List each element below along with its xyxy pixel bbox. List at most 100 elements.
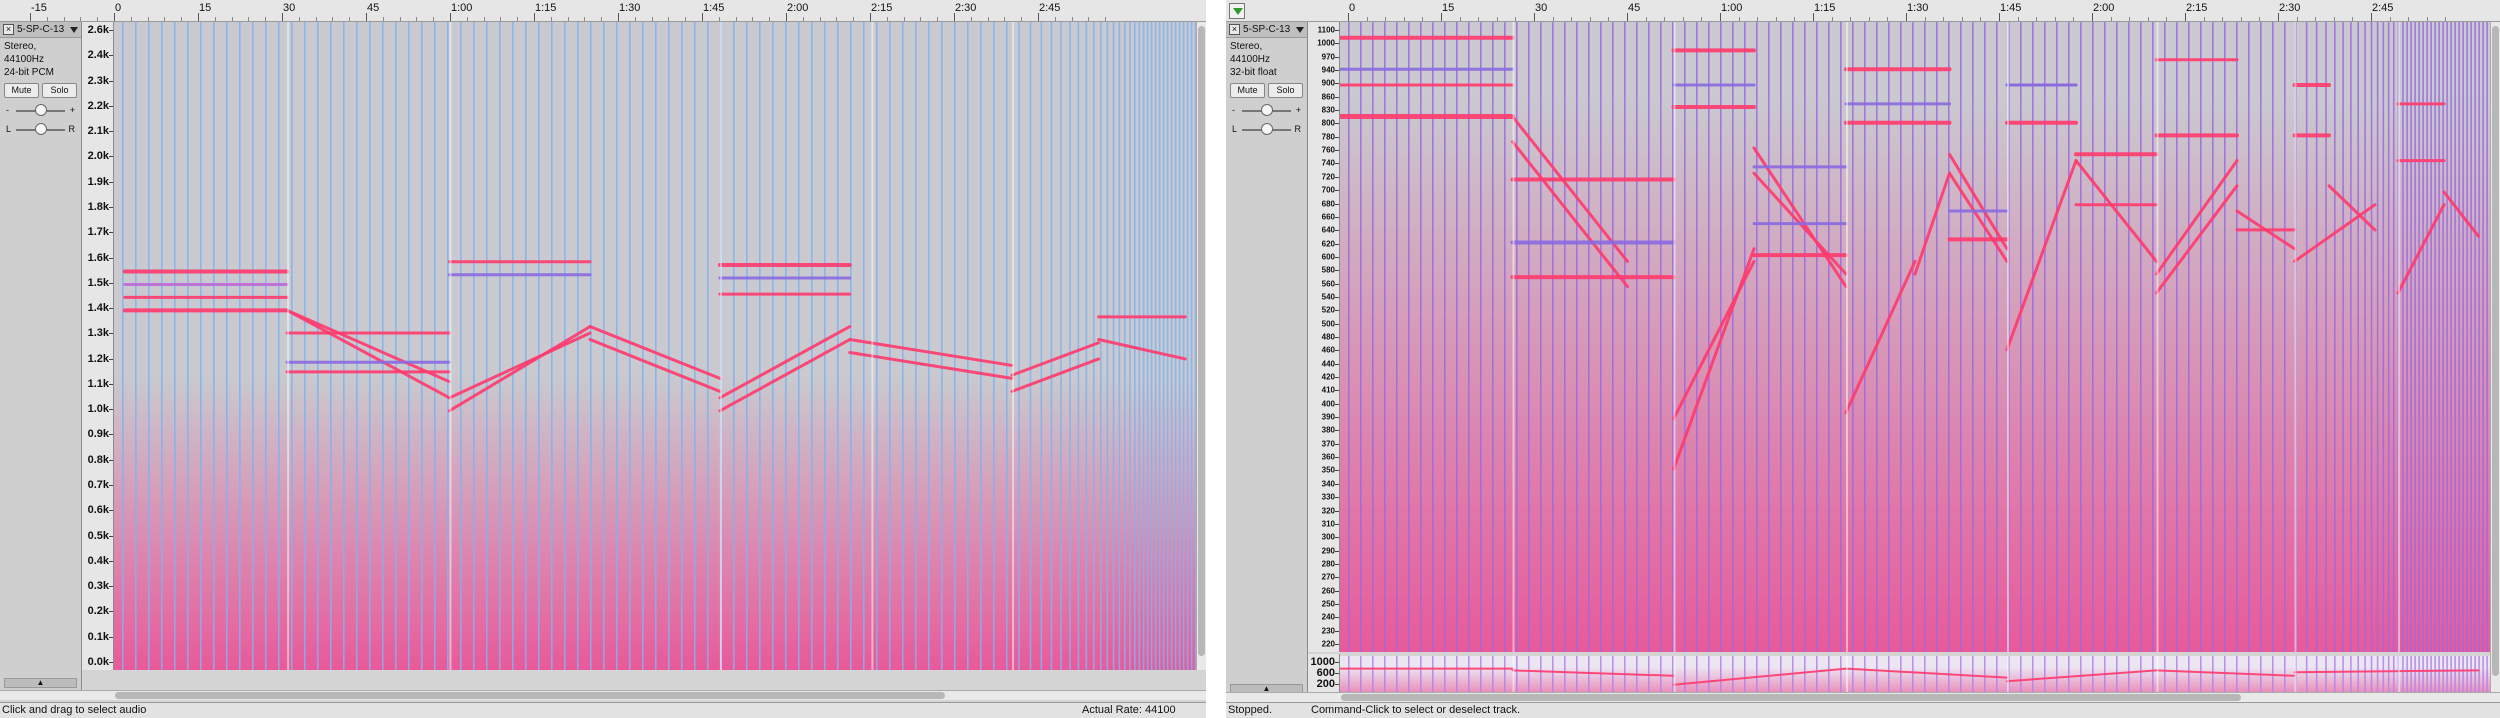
horizontal-scrollbar-thumb[interactable]	[115, 692, 945, 699]
frequency-tick	[1335, 390, 1339, 392]
ruler-tick	[1627, 13, 1628, 21]
track-info: Stereo, 44100Hz 32-bit float	[1226, 38, 1307, 81]
gain-slider[interactable]: - +	[1232, 103, 1301, 119]
frequency-tick	[109, 55, 113, 57]
frequency-label: 280	[1321, 559, 1335, 569]
frequency-label: 1.4k	[87, 302, 109, 315]
ruler-minor-tick	[1608, 17, 1610, 21]
collapse-track-button[interactable]: ▲	[4, 678, 77, 688]
ruler-label: 1:00	[451, 2, 473, 14]
gain-slider-thumb[interactable]	[34, 104, 47, 116]
ruler-label: 0	[1349, 2, 1356, 14]
ruler-minor-tick	[248, 17, 250, 21]
ruler-minor-tick	[987, 17, 989, 21]
frequency-tick	[109, 434, 113, 436]
ruler-tick	[1534, 13, 1535, 21]
close-icon[interactable]: ×	[1229, 24, 1240, 35]
ruler-label: 1:15	[535, 2, 557, 14]
frequency-label: 1.6k	[87, 251, 109, 264]
ruler-minor-tick	[1478, 17, 1480, 21]
frequency-tick	[1335, 563, 1339, 565]
track-name[interactable]: 5-SP-C-13	[17, 24, 67, 35]
ruler-minor-tick	[1794, 17, 1796, 21]
left-audacity-window: -15 0 15 30 45 1:00 1:15 1:30 1:45 2:00 2:15 2:30 2:…	[0, 0, 1206, 718]
frequency-tick	[109, 282, 113, 284]
frequency-label: 340	[1321, 479, 1335, 489]
close-icon[interactable]: ×	[3, 24, 14, 35]
ruler-minor-tick	[298, 17, 300, 21]
lower-spectrogram-view[interactable]	[1340, 656, 2490, 692]
timeline-ruler[interactable]: 0 15 30 45 1:00 1:15 1:30 1:45 2:00 2:15 2:30 2:45	[1226, 0, 2500, 22]
frequency-tick	[1335, 323, 1339, 325]
solo-button[interactable]: Solo	[42, 83, 77, 98]
ruler-minor-tick	[735, 17, 737, 21]
ruler-tick	[2092, 13, 2093, 21]
frequency-tick	[1335, 230, 1339, 232]
ruler-minor-tick	[1004, 17, 1006, 21]
play-icon[interactable]	[1229, 3, 1245, 19]
vertical-scrollbar-thumb[interactable]	[1198, 26, 1205, 656]
vertical-scrollbar[interactable]	[1196, 22, 1206, 670]
mute-button[interactable]: Mute	[4, 83, 39, 98]
solo-button[interactable]: Solo	[1268, 83, 1303, 98]
ruler-tick	[282, 13, 283, 21]
horizontal-scrollbar[interactable]	[0, 690, 1206, 700]
right-audacity-window: 0 15 30 45 1:00 1:15 1:30 1:45 2:00 2:15 2:30 2:45 …	[1226, 0, 2500, 718]
spectrogram-view[interactable]	[114, 22, 1196, 670]
vertical-scrollbar-thumb[interactable]	[2492, 26, 2499, 676]
ruler-label: 2:45	[2372, 2, 2394, 14]
gain-slider[interactable]: - +	[6, 103, 75, 119]
ruler-minor-tick	[769, 17, 771, 21]
pan-slider-thumb[interactable]	[1260, 123, 1273, 135]
ruler-minor-tick	[1422, 17, 1424, 21]
chevron-down-icon[interactable]	[70, 26, 78, 33]
mute-solo-row: Mute Solo	[0, 81, 81, 100]
frequency-label: 540	[1321, 292, 1335, 302]
pan-left-label: L	[6, 124, 12, 134]
frequency-tick	[109, 636, 113, 638]
ruler-minor-tick	[399, 17, 401, 21]
gain-plus-label: +	[69, 105, 75, 115]
vertical-scrollbar[interactable]	[2490, 22, 2500, 692]
ruler-label: 2:00	[2093, 2, 2115, 14]
ruler-minor-tick	[1961, 17, 1963, 21]
frequency-tick	[109, 358, 113, 360]
ruler-minor-tick	[2203, 17, 2205, 21]
ruler-label: 30	[1535, 2, 1548, 14]
ruler-tick	[1038, 13, 1039, 21]
frequency-tick	[1335, 417, 1339, 419]
track-name[interactable]: 5-SP-C-13	[1243, 24, 1293, 35]
frequency-label: 760	[1321, 145, 1335, 155]
horizontal-scrollbar[interactable]	[1226, 692, 2500, 702]
frequency-axis: 1100 1000 970 940 900 860 830 800 780 760 740 720 70…	[1308, 22, 1340, 652]
track-name-bar[interactable]: × 5-SP-C-13	[1226, 22, 1307, 38]
pan-slider-thumb[interactable]	[34, 123, 47, 135]
ruler-tick	[702, 13, 703, 21]
track-name-bar[interactable]: × 5-SP-C-13	[0, 22, 81, 38]
ruler-minor-tick	[1403, 17, 1405, 21]
chevron-down-icon[interactable]	[1296, 26, 1304, 33]
mute-button[interactable]: Mute	[1230, 83, 1265, 98]
ruler-minor-tick	[2333, 17, 2335, 21]
frequency-label: 370	[1321, 439, 1335, 449]
spectrogram-view[interactable]	[1340, 22, 2490, 652]
frequency-tick	[109, 560, 113, 562]
pan-slider[interactable]: L R	[1232, 122, 1301, 138]
horizontal-scrollbar-thumb[interactable]	[1341, 694, 2241, 701]
ruler-tick	[450, 13, 451, 21]
frequency-tick	[1335, 70, 1339, 72]
ruler-minor-tick	[315, 17, 317, 21]
ruler-minor-tick	[1868, 17, 1870, 21]
frequency-label: 620	[1321, 239, 1335, 249]
ruler-minor-tick	[433, 17, 435, 21]
ruler-minor-tick	[853, 17, 855, 21]
spectrogram-canvas	[114, 22, 1196, 670]
gain-slider-thumb[interactable]	[1260, 104, 1273, 116]
ruler-label: 2:30	[955, 2, 977, 14]
frequency-tick	[1335, 630, 1339, 632]
ruler-minor-tick	[382, 17, 384, 21]
timeline-ruler[interactable]: -15 0 15 30 45 1:00 1:15 1:30 1:45 2:00 2:15 2:30 2:…	[0, 0, 1206, 22]
frequency-label: 230	[1321, 626, 1335, 636]
pan-slider[interactable]: L R	[6, 122, 75, 138]
frequency-tick	[1335, 550, 1339, 552]
